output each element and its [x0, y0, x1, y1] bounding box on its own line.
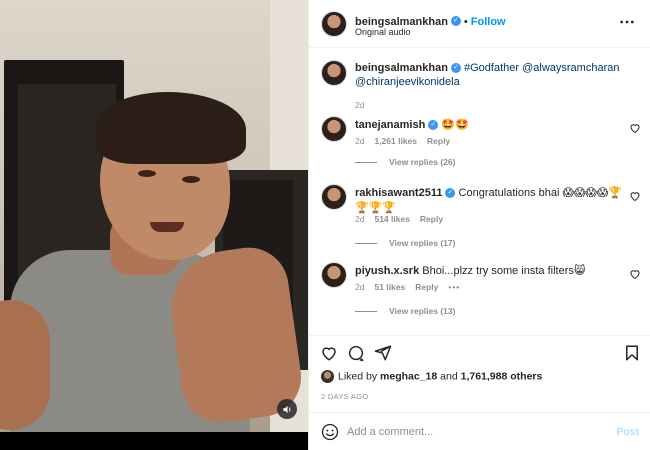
mention-link[interactable]: @alwaysramcharan — [522, 62, 619, 74]
heart-icon[interactable] — [320, 344, 338, 362]
likes-count-link[interactable]: 1,761,988 others — [461, 370, 543, 382]
commenter-avatar[interactable] — [321, 184, 347, 210]
hashtag-link[interactable]: #Godfather — [464, 62, 519, 74]
commenter-username[interactable]: piyush.x.srk — [355, 265, 419, 277]
verified-badge-icon: ✓ — [450, 63, 461, 74]
add-comment-bar: Post — [309, 412, 650, 450]
mention-link[interactable]: @chiranjeevikonidela — [355, 76, 460, 88]
comment-timestamp: 2d — [355, 282, 365, 292]
emoji-icon[interactable] — [321, 423, 339, 441]
comments-list[interactable]: beingsalmankhan ✓ #Godfather @alwaysramch… — [309, 48, 650, 335]
post-video[interactable] — [0, 0, 308, 450]
likes-summary: Liked by meghac_18 and 1,761,988 others — [321, 370, 542, 383]
verified-badge-icon: ✓ — [450, 15, 461, 26]
commenter-avatar[interactable] — [321, 262, 347, 288]
separator-dot: • — [463, 16, 468, 28]
comment-input[interactable] — [347, 422, 607, 442]
reply-button[interactable]: Reply — [420, 214, 443, 224]
post-comment-button[interactable]: Post — [616, 426, 639, 438]
caption-timestamp: 2d — [355, 100, 365, 110]
verified-badge-icon: ✓ — [428, 120, 439, 131]
verified-badge-icon: ✓ — [445, 188, 456, 199]
commenter-avatar[interactable] — [321, 116, 347, 142]
comment-likes-link[interactable]: 1,261 likes — [374, 136, 417, 146]
comment-text: 🤩🤩 — [441, 119, 469, 131]
reply-button[interactable]: Reply — [427, 136, 450, 146]
follow-button[interactable]: Follow — [471, 16, 506, 28]
commenter-username[interactable]: rakhisawant2511 — [355, 187, 442, 199]
comment-text: Bhoi...plzz try some insta filters😸 — [422, 265, 586, 277]
original-audio-link[interactable]: Original audio — [355, 27, 411, 37]
liker-avatar[interactable] — [321, 370, 334, 383]
post-timestamp: 2 DAYS AGO — [321, 392, 369, 401]
video-frame — [0, 0, 308, 432]
comment-meta: 2d 514 likes Reply — [355, 214, 453, 224]
heart-icon[interactable] — [629, 190, 641, 202]
comment-timestamp: 2d — [355, 214, 365, 224]
comment-meta: 2d 51 likes Reply ••• — [355, 282, 470, 292]
caption-avatar[interactable] — [321, 60, 347, 86]
heart-icon[interactable] — [629, 122, 641, 134]
post-header: beingsalmankhan ✓ • Follow Original audio — [309, 0, 650, 48]
view-replies-button[interactable]: View replies (17) — [355, 238, 455, 248]
speaker-icon — [282, 405, 290, 413]
comment-likes-link[interactable]: 51 likes — [374, 282, 405, 292]
liker-username[interactable]: meghac_18 — [380, 370, 437, 382]
comment-timestamp: 2d — [355, 136, 365, 146]
more-options-icon[interactable] — [619, 14, 635, 30]
bookmark-icon[interactable] — [623, 344, 641, 362]
view-replies-button[interactable]: View replies (13) — [355, 306, 455, 316]
post-details-panel: beingsalmankhan ✓ • Follow Original audio b… — [308, 0, 650, 450]
author-avatar[interactable] — [321, 11, 347, 37]
commenter-username[interactable]: tanejanamish — [355, 119, 425, 131]
share-icon[interactable] — [374, 344, 392, 362]
heart-icon[interactable] — [629, 268, 641, 280]
comment-likes-link[interactable]: 514 likes — [374, 214, 409, 224]
action-bar — [309, 335, 650, 365]
view-replies-button[interactable]: View replies (26) — [355, 157, 455, 167]
comment-icon[interactable] — [347, 344, 365, 362]
audio-toggle-button[interactable] — [277, 399, 297, 419]
comment-options-button[interactable]: ••• — [448, 282, 460, 292]
video-bottom-bar — [0, 432, 308, 450]
caption-username[interactable]: beingsalmankhan — [355, 62, 448, 74]
comment-meta: 2d 1,261 likes Reply — [355, 136, 460, 146]
reply-button[interactable]: Reply — [415, 282, 438, 292]
